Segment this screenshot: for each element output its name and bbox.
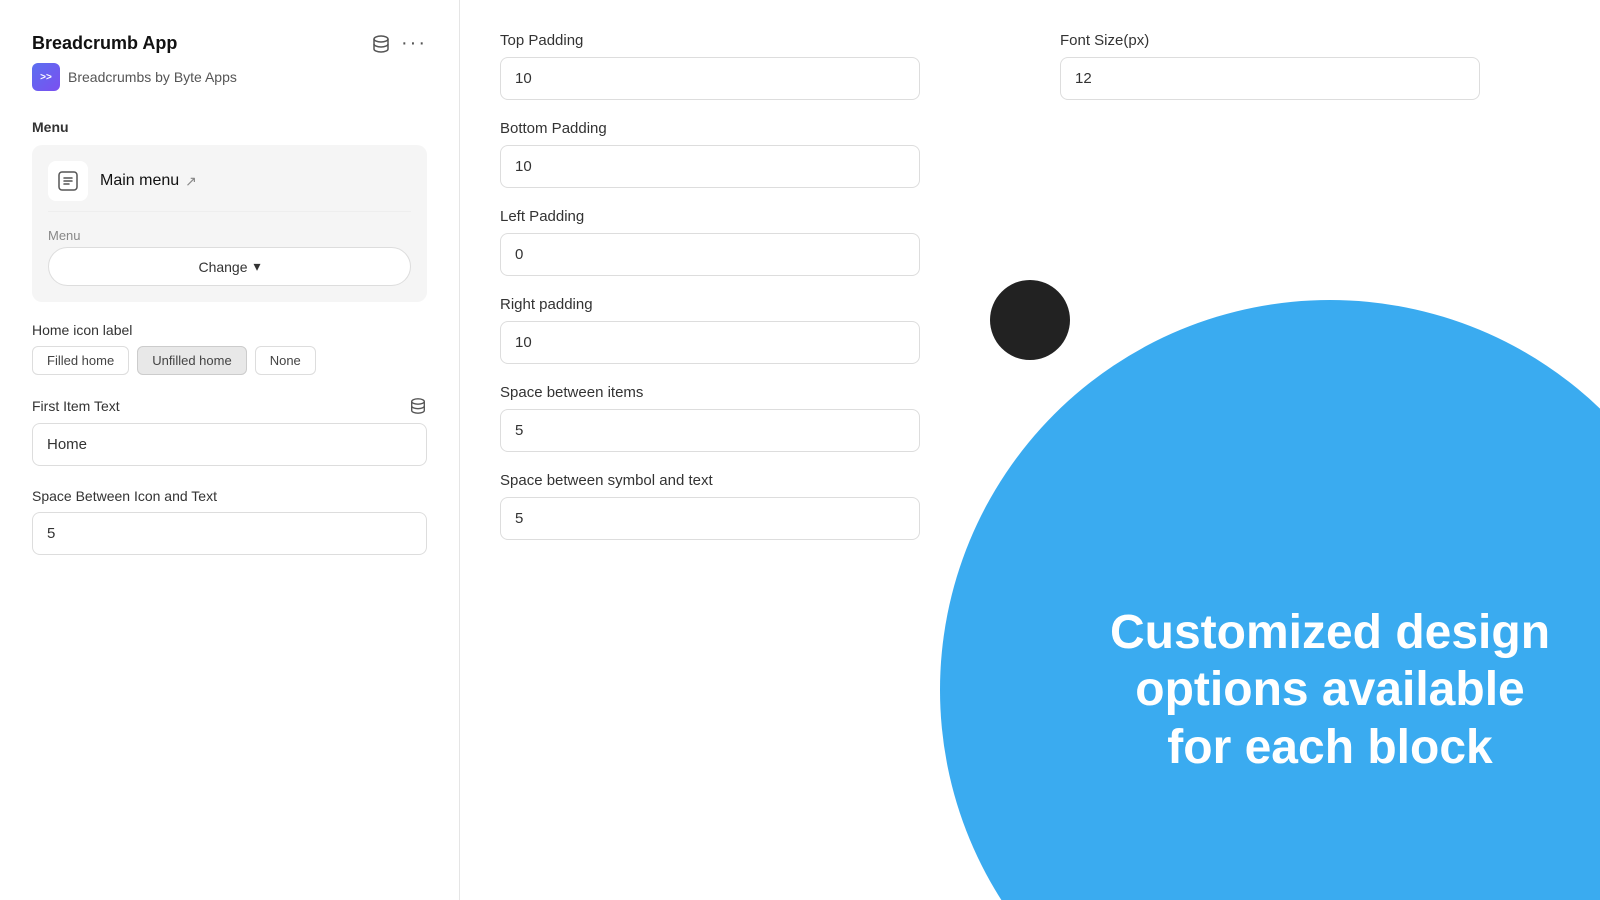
right-panel: Top Padding Bottom Padding Left Padding … (460, 0, 1600, 900)
menu-sublabel: Menu (48, 228, 411, 243)
first-item-text-label: First Item Text (32, 397, 427, 415)
external-link-icon: ↗ (185, 173, 197, 190)
menu-section-label: Menu (32, 119, 427, 135)
menu-item-row: Main menu ↗ (48, 161, 411, 201)
bottom-padding-label: Bottom Padding (500, 120, 1000, 137)
database-icon-small (409, 397, 427, 415)
space-icon-text-label: Space Between Icon and Text (32, 488, 427, 504)
chevron-down-icon: ▾ (254, 258, 261, 275)
font-size-input[interactable] (1060, 57, 1480, 100)
user-avatar (990, 280, 1070, 360)
app-header: Breadcrumb App ··· (32, 32, 427, 55)
bottom-padding-input[interactable] (500, 145, 920, 188)
unfilled-home-btn[interactable]: Unfilled home (137, 346, 247, 375)
space-symbol-label: Space between symbol and text (500, 472, 1000, 489)
app-subtitle: >> Breadcrumbs by Byte Apps (32, 63, 427, 91)
left-panel: Breadcrumb App ··· >> Breadcrumbs by Byt (0, 0, 460, 900)
more-options-btn[interactable]: ··· (401, 32, 427, 55)
space-icon-text-input[interactable] (32, 512, 427, 555)
change-button[interactable]: Change ▾ (48, 247, 411, 286)
menu-item-label: Main menu ↗ (100, 172, 197, 190)
left-fields-col: Top Padding Bottom Padding Left Padding … (500, 32, 1000, 540)
first-item-text-group: First Item Text (32, 397, 427, 466)
menu-item-icon (57, 170, 79, 192)
font-size-field: Font Size(px) (1060, 32, 1560, 100)
menu-item-info: Main menu ↗ (100, 172, 197, 190)
app-title: Breadcrumb App (32, 33, 177, 54)
home-icon-toggle-group: Filled home Unfilled home None (32, 346, 427, 375)
font-size-label: Font Size(px) (1060, 32, 1560, 49)
menu-card: Main menu ↗ Menu Change ▾ (32, 145, 427, 302)
ellipsis-icon: ··· (401, 32, 427, 55)
right-padding-label: Right padding (500, 296, 1000, 313)
app-subtitle-text: Breadcrumbs by Byte Apps (68, 69, 237, 85)
none-btn[interactable]: None (255, 346, 316, 375)
right-padding-field: Right padding (500, 296, 1000, 364)
space-icon-text-group: Space Between Icon and Text (32, 488, 427, 555)
overlay-text: Customized design options available for … (1040, 544, 1600, 837)
divider (48, 211, 411, 212)
space-items-input[interactable] (500, 409, 920, 452)
home-icon-label-group: Home icon label Filled home Unfilled hom… (32, 322, 427, 375)
top-padding-label: Top Padding (500, 32, 1000, 49)
first-item-text-input[interactable] (32, 423, 427, 466)
filled-home-btn[interactable]: Filled home (32, 346, 129, 375)
database-icon (371, 34, 391, 54)
header-icons: ··· (371, 32, 427, 55)
menu-icon-box (48, 161, 88, 201)
top-padding-input[interactable] (500, 57, 920, 100)
bottom-padding-field: Bottom Padding (500, 120, 1000, 188)
top-padding-field: Top Padding (500, 32, 1000, 100)
app-logo: >> (32, 63, 60, 91)
left-padding-label: Left Padding (500, 208, 1000, 225)
space-items-label: Space between items (500, 384, 1000, 401)
left-padding-input[interactable] (500, 233, 920, 276)
space-symbol-field: Space between symbol and text (500, 472, 1000, 540)
home-icon-label-title: Home icon label (32, 322, 427, 338)
space-items-field: Space between items (500, 384, 1000, 452)
space-symbol-input[interactable] (500, 497, 920, 540)
database-icon-btn[interactable] (371, 34, 391, 54)
right-padding-input[interactable] (500, 321, 920, 364)
left-padding-field: Left Padding (500, 208, 1000, 276)
